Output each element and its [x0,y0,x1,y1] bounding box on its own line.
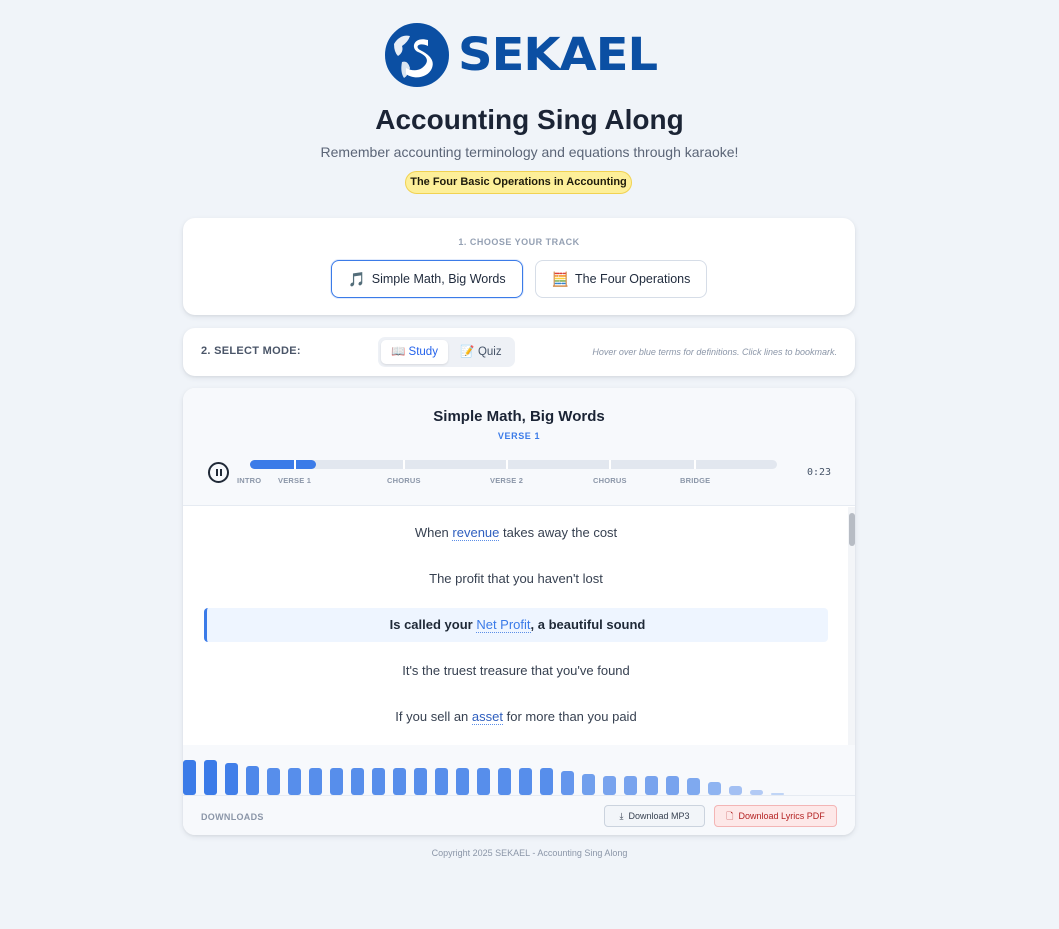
download-lyrics-pdf-button[interactable]: 🗋 Download Lyrics PDF [714,805,837,827]
visualizer-bar [351,768,364,795]
hint-text: Hover over blue terms for definitions. C… [592,347,837,357]
track-chooser-card: 1. CHOOSE YOUR TRACK 🎵 Simple Math, Big … [183,218,855,315]
mode-toggle: 📖 Study 📝 Quiz [378,337,515,367]
sekael-logo: SEKAEL [384,22,664,88]
visualizer-bar [624,776,637,795]
segment-label-chorus[interactable]: CHORUS [387,476,421,485]
lyrics-panel: When revenue takes away the cost The prof… [183,507,849,745]
visualizer-bar [561,771,574,795]
mode-quiz-label: Quiz [477,346,502,358]
visualizer-bar [225,762,238,795]
track-section-label: 1. CHOOSE YOUR TRACK [458,237,580,247]
visualizer-bar [183,760,196,795]
lyric-text: , a beautiful sound [530,617,646,632]
visualizer-bar [708,781,721,795]
visualizer-bar [204,760,217,795]
track-button-four-operations[interactable]: 🧮 The Four Operations [535,260,707,298]
visualizer-bar [330,768,343,795]
visualizer-bar [456,768,469,795]
segment-divider [403,460,405,469]
segment-divider [506,460,508,469]
lyric-text: takes away the cost [499,525,618,540]
mode-section-label: 2. SELECT MODE: [201,345,301,357]
download-mp3-label: Download MP3 [628,811,690,821]
brand-name: SEKAEL [458,28,658,82]
progress-bar[interactable] [250,460,777,469]
mode-study-label: Study [408,346,438,358]
segment-label-verse-2[interactable]: VERSE 2 [490,476,523,485]
player-card: Simple Math, Big Words VERSE 1 INTRO VER… [183,388,855,835]
downloads-bar: DOWNLOADS ⤓ Download MP3 🗋 Download Lyrics… [183,795,855,835]
footer-copyright: Copyright 2025 SEKAEL - Accounting Sing … [431,848,628,858]
download-pdf-label: Download Lyrics PDF [738,811,825,821]
lyric-line-current[interactable]: Is called your Net Profit, a beautiful s… [204,608,828,642]
mode-selector-card: 2. SELECT MODE: 📖 Study 📝 Quiz Hover ove… [183,328,855,376]
segment-divider [294,460,296,469]
visualizer-bar [309,768,322,795]
lyric-text: It's the truest treasure that you've fou… [402,663,630,678]
download-icon: ⤓ [619,811,624,821]
download-mp3-button[interactable]: ⤓ Download MP3 [604,805,705,827]
globe-logo-icon [385,23,449,87]
visualizer-bar [477,768,490,795]
document-icon: 🗋 [726,811,734,821]
visualizer-bar [729,785,742,795]
visualizer-bar [414,768,427,795]
lyric-text: for more than you paid [502,709,637,724]
lyric-text: Is called your [389,617,477,632]
visualizer-bar [519,768,532,795]
music-note-icon: 🎵 [348,270,366,287]
progress-fill [250,460,316,469]
visualizer-bar [372,768,385,795]
segment-label-intro[interactable]: INTRO [237,476,261,485]
lyric-text: If you sell an [395,709,472,724]
segment-label-bridge[interactable]: BRIDGE [680,476,710,485]
visualizer-bar [540,768,553,795]
visualizer-bar [666,776,679,795]
page-subtitle: Remember accounting terminology and equa… [320,144,739,160]
visualizer-bar [603,776,616,795]
pause-button[interactable] [208,462,229,483]
visualizer-bar [435,768,448,795]
track-button-simple-math[interactable]: 🎵 Simple Math, Big Words [331,260,523,298]
track-button-label: The Four Operations [575,272,691,286]
visualizer-bar [246,765,259,795]
visualizer-bar [645,776,658,795]
lyric-text: When [414,525,453,540]
calculator-icon: 🧮 [551,270,570,287]
lyric-line[interactable]: If you sell an asset for more than you p… [204,700,828,734]
mode-quiz-button[interactable]: 📝 Quiz [450,340,512,364]
elapsed-time: 0:23 [807,467,832,478]
lyrics-scrollbar-thumb[interactable] [849,513,855,546]
glossary-term[interactable]: Net Profit [476,617,531,633]
visualizer-bar [288,768,301,795]
segment-divider [609,460,611,469]
player-header: Simple Math, Big Words VERSE 1 INTRO VER… [183,388,855,506]
track-button-label: Simple Math, Big Words [371,272,506,286]
downloads-label: DOWNLOADS [201,812,264,822]
mode-study-button[interactable]: 📖 Study [381,340,448,364]
visualizer-bar [582,774,595,795]
glossary-term[interactable]: revenue [452,525,500,541]
lyric-text: The profit that you haven't lost [429,571,603,586]
lyric-line[interactable]: When revenue takes away the cost [204,516,828,550]
segment-divider [694,460,696,469]
current-section-label: VERSE 1 [497,431,541,441]
visualizer-bar [498,768,511,795]
segment-label-verse-1[interactable]: VERSE 1 [278,476,311,485]
book-icon: 📖 [391,346,406,358]
page-title: Accounting Sing Along [375,104,684,135]
visualizer-bar [687,777,700,795]
segment-label-chorus-2[interactable]: CHORUS [593,476,627,485]
visualizer-bar [393,768,406,795]
visualizer-bar [267,768,280,795]
audio-visualizer [183,745,855,795]
glossary-term[interactable]: asset [471,709,503,725]
song-title: Simple Math, Big Words [433,408,605,425]
lyric-line[interactable]: It's the truest treasure that you've fou… [204,654,828,688]
lyric-line[interactable]: The profit that you haven't lost [204,562,828,596]
topic-badge: The Four Basic Operations in Accounting [405,171,632,194]
memo-icon: 📝 [460,346,475,358]
